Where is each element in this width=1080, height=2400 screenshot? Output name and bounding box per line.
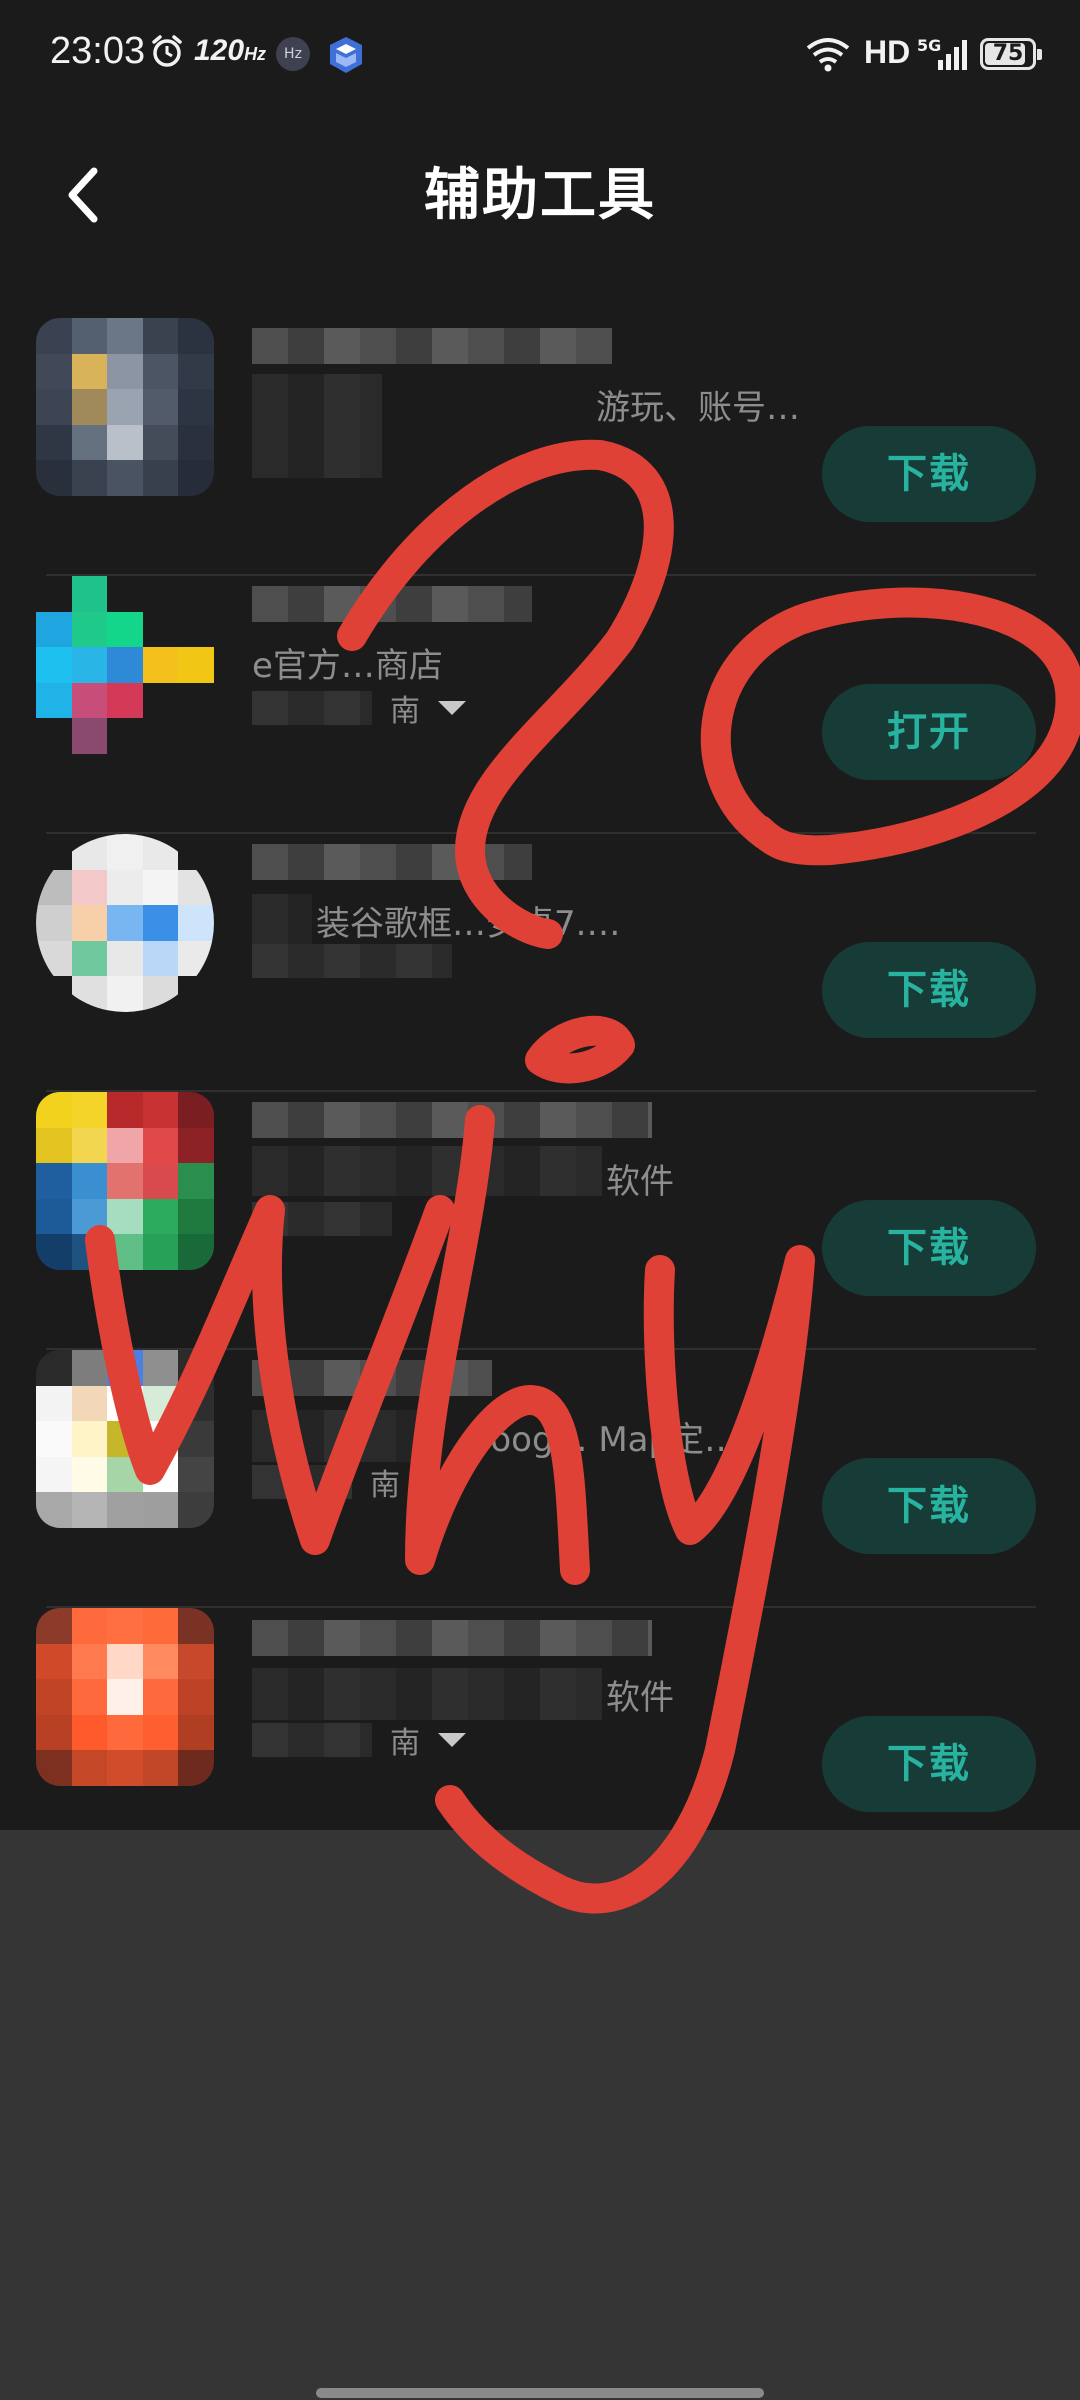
- list-item[interactable]: 软件 南 下载: [36, 1608, 1036, 1830]
- download-button[interactable]: 下载: [822, 1458, 1036, 1554]
- app-icon: [36, 834, 214, 1012]
- download-button[interactable]: 下载: [822, 1716, 1036, 1812]
- app-meta: 南: [252, 1718, 466, 1762]
- annotation-text: why: [20, 2379, 22, 2381]
- redacted-block: [252, 894, 312, 944]
- app-name-redacted: [252, 586, 532, 622]
- app-icon: [36, 576, 214, 754]
- app-meta: [252, 944, 452, 978]
- redacted-block: [252, 1723, 372, 1757]
- app-name-redacted: [252, 844, 532, 880]
- battery-level: 75: [992, 41, 1024, 66]
- app-description: 游玩、账号…: [596, 388, 800, 428]
- list-item[interactable]: 软件 下载: [36, 1092, 1036, 1350]
- app-icon: [36, 1350, 214, 1528]
- list-item[interactable]: Goog… Map定… 南 下载: [36, 1350, 1036, 1608]
- expand-arrow-icon[interactable]: [438, 1733, 466, 1747]
- download-button[interactable]: 下载: [822, 426, 1036, 522]
- app-name-redacted: [252, 328, 612, 364]
- status-bar: 23:03 120Hz Hz HD 5G 75: [0, 0, 1080, 110]
- redacted-block: [252, 944, 452, 978]
- app-meta: 南: [252, 1460, 400, 1504]
- signal-strength-icon: [938, 40, 967, 70]
- app-icon: [36, 318, 214, 496]
- alarm-clock-icon: [152, 35, 182, 67]
- list-item[interactable]: 装谷歌框…安卓7.… 下载: [36, 834, 1036, 1092]
- redacted-block: [252, 1202, 392, 1236]
- app-description: 装谷歌框…安卓7.…: [316, 904, 621, 944]
- meta-text: 南: [390, 694, 420, 729]
- meta-text: 南: [390, 1726, 420, 1761]
- battery-icon: 75: [980, 38, 1042, 70]
- app-name-redacted: [252, 1360, 492, 1396]
- app-description: 软件: [606, 1678, 674, 1718]
- app-meta: [252, 1202, 392, 1236]
- app-name-redacted: [252, 1620, 652, 1656]
- redacted-block: [252, 374, 382, 478]
- app-icon: [36, 1092, 214, 1270]
- list-item[interactable]: 游玩、账号… 下载: [36, 318, 1036, 576]
- expand-arrow-icon[interactable]: [438, 701, 466, 715]
- meta-text: 南: [370, 1468, 400, 1503]
- refresh-rate-indicator: 120Hz: [194, 34, 267, 67]
- hz-badge-icon: Hz: [276, 37, 310, 71]
- redacted-block: [252, 1146, 602, 1196]
- app-description: Goog… Map定…: [464, 1420, 739, 1460]
- wifi-icon: [806, 38, 850, 72]
- open-button[interactable]: 打开: [822, 684, 1036, 780]
- status-time: 23:03: [50, 30, 146, 72]
- app-description: 软件: [606, 1162, 674, 1202]
- app-name-redacted: [252, 1102, 652, 1138]
- redacted-block: [252, 691, 372, 725]
- hd-voice-indicator: HD: [864, 34, 911, 70]
- redacted-block: [252, 1410, 422, 1462]
- security-shield-icon: [330, 37, 362, 73]
- download-button[interactable]: 下载: [822, 1200, 1036, 1296]
- home-gesture-bar[interactable]: [316, 2388, 764, 2398]
- redacted-block: [252, 1668, 602, 1720]
- app-icon: [36, 1608, 214, 1786]
- page-title: 辅助工具: [424, 163, 656, 228]
- app-meta: 南: [252, 686, 466, 730]
- download-button[interactable]: 下载: [822, 942, 1036, 1038]
- app-description: e官方…商店: [252, 646, 443, 686]
- redacted-block: [252, 1465, 352, 1499]
- list-item[interactable]: e官方…商店 南 打开: [36, 576, 1036, 834]
